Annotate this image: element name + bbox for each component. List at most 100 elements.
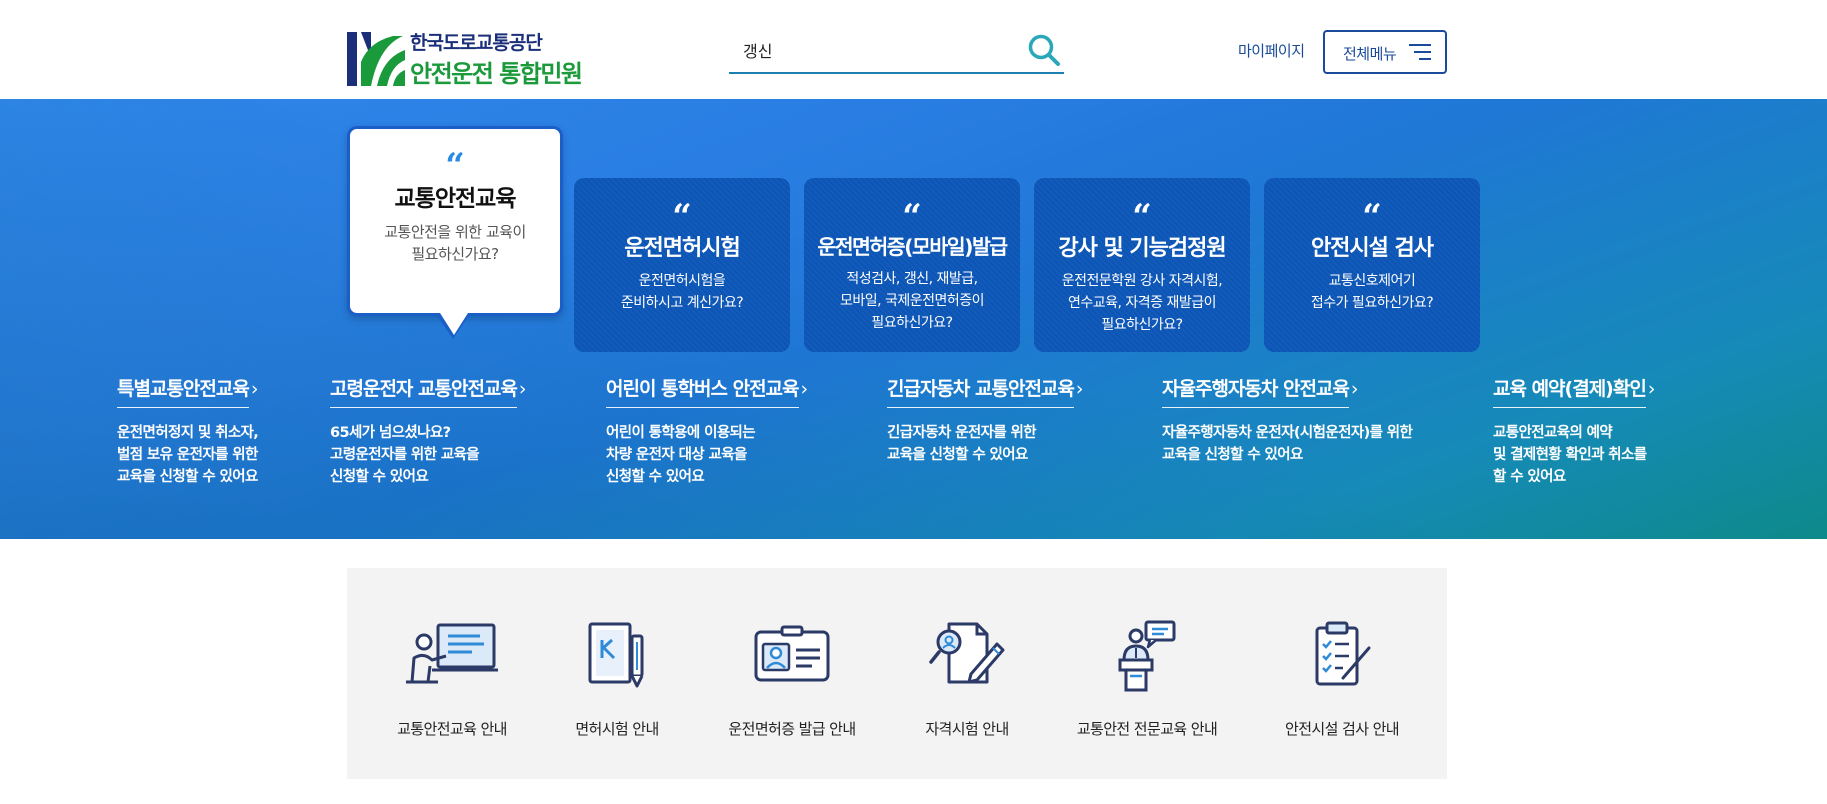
guide-item-license-exam[interactable]: 면허시험 안내	[562, 620, 672, 760]
card-desc-line: 필요하신가요?	[871, 315, 953, 331]
chevron-right-icon: ›	[1647, 378, 1656, 400]
quote-icon: “	[902, 197, 922, 237]
card-desc-line: 적성검사, 갱신, 재발급,	[846, 271, 978, 287]
sub-desc: 운전면허정지 및 취소자, 벌점 보유 운전자를 위한 교육을 신청할 수 있어…	[117, 422, 259, 488]
card-desc-line: 교통안전을 위한 교육이	[384, 223, 526, 241]
sub-desc-line: 교통안전교육의 예약	[1493, 425, 1613, 441]
guide-item-facility-inspection[interactable]: 안전시설 검사 안내	[1272, 620, 1412, 760]
card-title: 교통안전교육	[394, 186, 517, 212]
guide-label: 안전시설 검사 안내	[1285, 720, 1400, 738]
card-desc-line: 필요하신가요?	[411, 245, 499, 263]
all-menu-button[interactable]: 전체메뉴	[1323, 30, 1447, 74]
guide-item-qualification-exam[interactable]: 자격시험 안내	[907, 620, 1027, 760]
teacher-board-icon	[406, 623, 498, 684]
guide-label: 교통안전 전문교육 안내	[1076, 720, 1218, 738]
quote-icon: “	[1132, 197, 1152, 237]
guide-item-license-issuance[interactable]: 운전면허증 발급 안내	[717, 620, 867, 760]
sub-desc: 어린이 통학용에 이용되는 차량 운전자 대상 교육을 신청할 수 있어요	[606, 422, 808, 488]
card-title: 운전면허증(모바일)발급	[817, 235, 1008, 259]
chevron-right-icon: ›	[250, 378, 259, 400]
card-desc-line: 준비하시고 계신가요?	[620, 295, 744, 311]
guide-item-traffic-education[interactable]: 교통안전교육 안내	[387, 620, 517, 760]
card-desc-line: 교통신호제어기	[1328, 273, 1416, 289]
search-button[interactable]	[1026, 32, 1062, 68]
sub-desc-line: 교육을 신청할 수 있어요	[1162, 447, 1303, 463]
sub-title: 자율주행자동차 안전교육	[1162, 374, 1350, 408]
quote-icon: “	[672, 197, 692, 237]
sub-title: 교육 예약(결제)확인	[1493, 374, 1647, 408]
hamburger-icon	[1409, 43, 1431, 61]
card-instructor-examiner[interactable]: “ 강사 및 기능검정원 운전전문학원 강사 자격시험, 연수교육, 자격증 재…	[1034, 178, 1250, 352]
sub-desc-line: 자율주행자동차 운전자(시험운전자)를 위한	[1162, 425, 1413, 441]
sub-title: 어린이 통학버스 안전교육	[606, 374, 800, 408]
sub-title: 고령운전자 교통안전교육	[330, 374, 518, 408]
koroad-logo-mark-icon	[347, 32, 405, 86]
card-license-exam[interactable]: “ 운전면허시험 운전면허시험을 준비하시고 계신가요?	[574, 178, 790, 352]
card-desc-line: 운전면허시험을	[638, 273, 726, 289]
guide-label: 자격시험 안내	[925, 720, 1009, 738]
sub-desc-line: 고령운전자를 위한 교육을	[330, 447, 480, 463]
sub-desc-line: 교육을 신청할 수 있어요	[887, 447, 1028, 463]
site-logo[interactable]: 한국도로교통공단 안전운전 통합민원	[347, 28, 597, 88]
sub-emergency-vehicle-education[interactable]: 긴급자동차 교통안전교육 › 긴급자동차 운전자를 위한 교육을 신청할 수 있어…	[887, 374, 1084, 466]
mypage-link[interactable]: 마이페이지	[1238, 40, 1305, 61]
card-desc: 운전전문학원 강사 자격시험, 연수교육, 자격증 재발급이 필요하신가요?	[1034, 270, 1250, 336]
site-header: 한국도로교통공단 안전운전 통합민원 마이페이지 전체메뉴	[0, 0, 1827, 99]
quote-icon: “	[1362, 197, 1382, 237]
sub-title: 긴급자동차 교통안전교육	[887, 374, 1075, 408]
search-icon	[1028, 34, 1060, 66]
chevron-right-icon: ›	[800, 378, 809, 400]
document-search-pen-icon	[929, 622, 1005, 684]
sub-reservation-check[interactable]: 교육 예약(결제)확인 › 교통안전교육의 예약 및 결제현황 확인과 취소를 할…	[1493, 374, 1655, 488]
sub-title: 특별교통안전교육	[117, 374, 250, 408]
sub-desc-line: 운전면허정지 및 취소자,	[117, 425, 259, 441]
card-traffic-safety-education[interactable]: “ 교통안전교육 교통안전을 위한 교육이 필요하신가요?	[347, 126, 563, 339]
chevron-right-icon: ›	[518, 378, 527, 400]
card-title: 운전면허시험	[624, 236, 740, 261]
chevron-right-icon: ›	[1350, 378, 1359, 400]
guide-item-professional-education[interactable]: 교통안전 전문교육 안내	[1057, 620, 1237, 760]
sub-desc-line: 긴급자동차 운전자를 위한	[887, 425, 1037, 441]
sub-elderly-driver-education[interactable]: 고령운전자 교통안전교육 › 65세가 넘으셨나요? 고령운전자를 위한 교육을 …	[330, 374, 527, 488]
chevron-right-icon: ›	[1075, 378, 1084, 400]
card-safety-facility-inspection[interactable]: “ 안전시설 검사 교통신호제어기 접수가 필요하신가요?	[1264, 178, 1480, 352]
sub-autonomous-vehicle-education[interactable]: 자율주행자동차 안전교육 › 자율주행자동차 운전자(시험운전자)를 위한 교육을…	[1162, 374, 1413, 466]
sub-desc-line: 65세가 넘으셨나요?	[330, 425, 451, 441]
sub-desc-line: 차량 운전자 대상 교육을	[606, 447, 747, 463]
card-title: 안전시설 검사	[1310, 236, 1434, 261]
sub-desc: 긴급자동차 운전자를 위한 교육을 신청할 수 있어요	[887, 422, 1084, 466]
sub-desc-line: 할 수 있어요	[1493, 469, 1566, 485]
card-license-issuance[interactable]: “ 운전면허증(모바일)발급 적성검사, 갱신, 재발급, 모바일, 국제운전면…	[804, 178, 1020, 352]
card-desc: 교통신호제어기 접수가 필요하신가요?	[1264, 270, 1480, 314]
sub-school-bus-education[interactable]: 어린이 통학버스 안전교육 › 어린이 통학용에 이용되는 차량 운전자 대상 교…	[606, 374, 808, 488]
logo-service-name: 안전운전 통합민원	[410, 60, 583, 88]
hero-section: “ 교통안전교육 교통안전을 위한 교육이 필요하신가요? “ 운전면허시험 운…	[0, 99, 1827, 539]
search-input[interactable]	[743, 36, 1003, 64]
sub-desc-line: 어린이 통학용에 이용되는	[606, 425, 756, 441]
sub-desc-line: 신청할 수 있어요	[606, 469, 705, 485]
speech-tail	[440, 313, 468, 335]
id-card-icon	[754, 625, 830, 682]
guide-label: 면허시험 안내	[575, 720, 659, 738]
sub-desc: 65세가 넘으셨나요? 고령운전자를 위한 교육을 신청할 수 있어요	[330, 422, 527, 488]
sub-special-education[interactable]: 특별교통안전교육 › 운전면허정지 및 취소자, 벌점 보유 운전자를 위한 교육…	[117, 374, 259, 488]
card-desc-line: 연수교육, 자격증 재발급이	[1067, 295, 1217, 311]
card-desc-line: 필요하신가요?	[1101, 317, 1183, 333]
all-menu-label: 전체메뉴	[1343, 45, 1397, 63]
logo-org-name: 한국도로교통공단	[410, 32, 543, 54]
sub-desc: 교통안전교육의 예약 및 결제현황 확인과 취소를 할 수 있어요	[1493, 422, 1655, 488]
card-desc: 적성검사, 갱신, 재발급, 모바일, 국제운전면허증이 필요하신가요?	[804, 268, 1020, 334]
card-desc: 교통안전을 위한 교육이 필요하신가요?	[350, 221, 560, 265]
guide-label: 교통안전교육 안내	[397, 720, 507, 738]
sub-desc-line: 교육을 신청할 수 있어요	[117, 469, 258, 485]
card-title: 강사 및 기능검정원	[1058, 236, 1226, 261]
quote-icon: “	[445, 146, 465, 186]
card-desc-line: 접수가 필요하신가요?	[1310, 295, 1434, 311]
sub-desc-line: 벌점 보유 운전자를 위한	[117, 447, 258, 463]
sub-desc-line: 및 결제현황 확인과 취소를	[1493, 447, 1647, 463]
sub-desc-line: 신청할 수 있어요	[330, 469, 429, 485]
guide-section: 교통안전교육 안내 면허시험 안내 운전면허증 발급 안내 자격시험 안내 교통…	[347, 568, 1447, 779]
lecturer-podium-icon	[1118, 620, 1176, 692]
clipboard-checklist-icon	[1315, 621, 1371, 686]
sub-desc: 자율주행자동차 운전자(시험운전자)를 위한 교육을 신청할 수 있어요	[1162, 422, 1413, 466]
